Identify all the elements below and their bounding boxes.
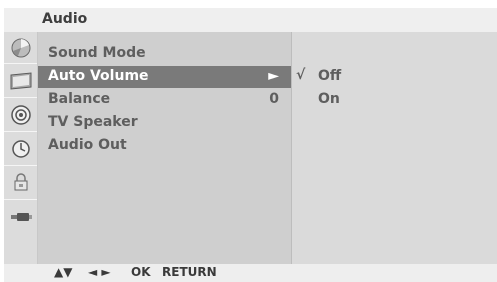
lock-icon[interactable] <box>4 169 37 196</box>
clock-icon[interactable] <box>4 135 37 162</box>
menu-item-label: TV Speaker <box>48 114 138 130</box>
navigation-hints: ▲▼ ◄ ► OK RETURN <box>4 264 497 282</box>
menu-item-label: Sound Mode <box>48 45 146 61</box>
menu-item-label: Audio Out <box>48 137 127 153</box>
up-down-arrows-icon: ▲▼ <box>54 265 73 279</box>
menu-item-audio-out[interactable]: Audio Out <box>38 135 291 157</box>
menu-header: Audio <box>4 8 497 32</box>
menu-item-label: Auto Volume <box>48 68 149 84</box>
balance-value: 0 <box>269 91 279 107</box>
picture-disc-icon[interactable] <box>4 34 37 61</box>
menu-item-label: Balance <box>48 91 111 107</box>
audio-menu-osd: Audio Sound Mode Auto Volume ► Balance 0… <box>4 8 497 282</box>
option-off[interactable]: √ Off <box>292 66 492 88</box>
menu-title: Audio <box>42 11 88 27</box>
left-right-arrows-icon: ◄ ► <box>88 265 111 279</box>
return-hint: RETURN <box>162 265 217 279</box>
ok-hint: OK <box>131 265 151 279</box>
menu-item-balance[interactable]: Balance 0 <box>38 89 291 111</box>
auto-volume-options: √ Off On <box>291 32 497 264</box>
audio-menu-list: Sound Mode Auto Volume ► Balance 0 TV Sp… <box>38 32 291 264</box>
option-label: Off <box>318 68 342 84</box>
category-icon-rail <box>4 32 38 264</box>
submenu-arrow-icon: ► <box>268 68 279 84</box>
option-on[interactable]: On <box>292 89 492 111</box>
input-plug-icon[interactable] <box>4 203 37 230</box>
check-mark-icon: √ <box>296 67 306 83</box>
audio-speaker-icon[interactable] <box>4 101 37 128</box>
menu-item-sound-mode[interactable]: Sound Mode <box>38 43 291 65</box>
screen-icon[interactable] <box>4 67 37 94</box>
option-label: On <box>318 91 340 107</box>
menu-item-tv-speaker[interactable]: TV Speaker <box>38 112 291 134</box>
menu-item-auto-volume[interactable]: Auto Volume ► <box>38 66 291 88</box>
